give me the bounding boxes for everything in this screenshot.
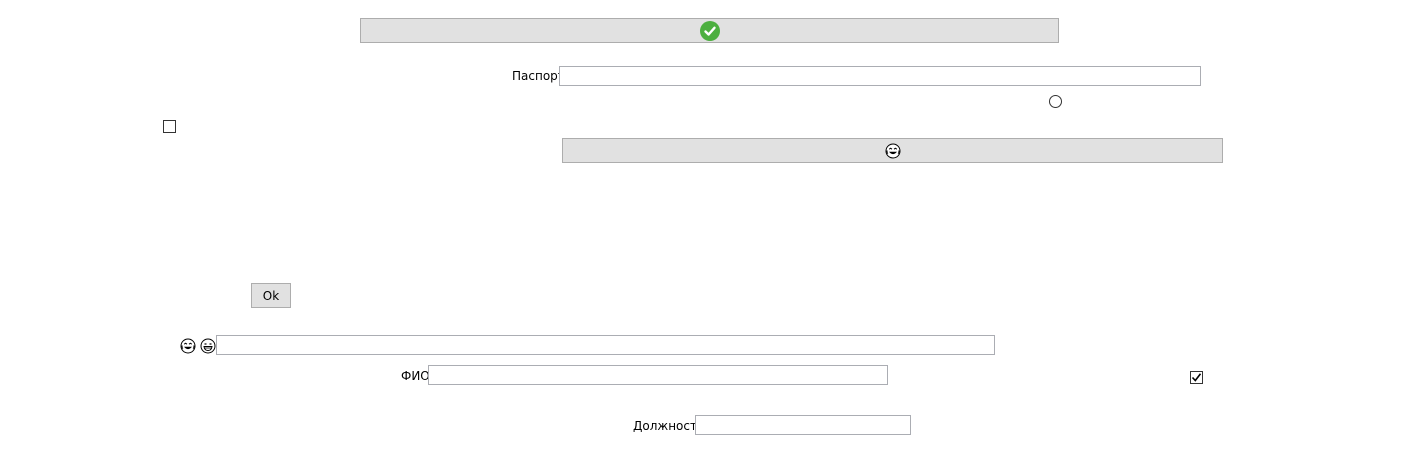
- laughing-tears-face-icon: [180, 338, 196, 354]
- passport-input[interactable]: [559, 66, 1201, 86]
- emoji-text-input[interactable]: [216, 335, 995, 355]
- position-input[interactable]: [695, 415, 911, 435]
- grinning-face-icon: [200, 338, 216, 354]
- ok-button[interactable]: Ok: [251, 283, 291, 308]
- option-radio[interactable]: [1049, 95, 1062, 108]
- confirm-wide-button[interactable]: [360, 18, 1059, 43]
- position-label: Должность: [633, 419, 705, 433]
- left-checkbox[interactable]: [163, 120, 176, 133]
- passport-label: Паспорт: [512, 69, 565, 83]
- right-checkbox[interactable]: [1190, 371, 1203, 384]
- emoji-wide-button[interactable]: [562, 138, 1223, 163]
- fio-label: ФИО: [401, 369, 430, 383]
- check-circle-icon: [699, 20, 720, 41]
- ok-button-label: Ok: [262, 288, 280, 303]
- checkmark-icon: [1191, 373, 1202, 382]
- fio-input[interactable]: [428, 365, 888, 385]
- laughing-tears-face-icon: [885, 143, 901, 159]
